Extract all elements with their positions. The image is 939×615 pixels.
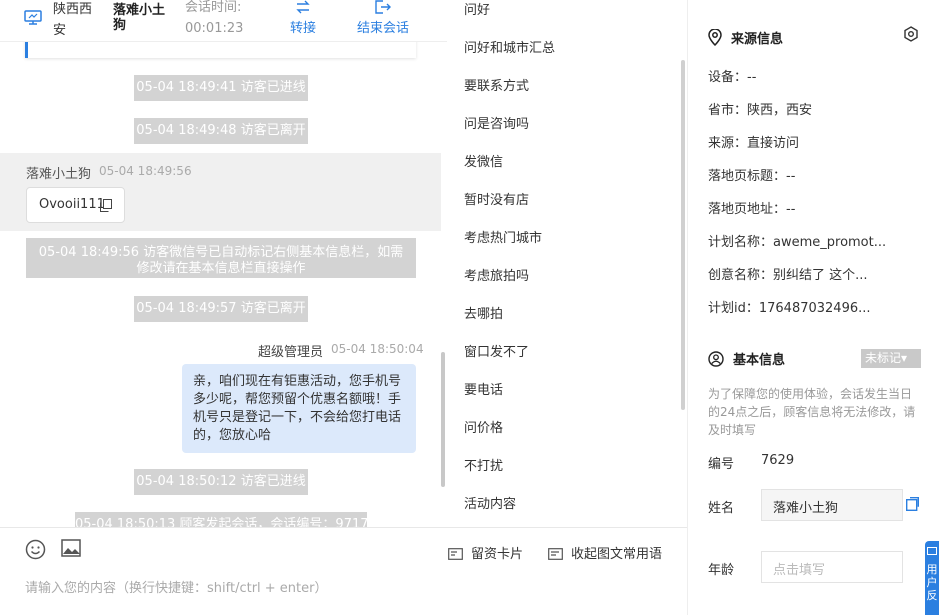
location-pin-icon <box>708 28 722 47</box>
basic-info-title: 基本信息 <box>708 349 785 368</box>
id-label: 编号 <box>708 457 735 472</box>
card-icon <box>448 548 463 560</box>
source-field: 计划id：176487032496... <box>708 301 871 316</box>
phrase-item[interactable]: 考虑旅拍吗 <box>464 268 529 286</box>
source-field: 计划名称：aweme_promot... <box>708 235 887 250</box>
chat-header: 陕西西安 落难小土狗 会话时间: 00:01:23 转接 结束会话 <box>0 0 447 42</box>
phrase-item[interactable]: 问是咨询吗 <box>464 116 529 134</box>
exit-icon <box>375 0 391 14</box>
age-field[interactable]: 点击填写 <box>761 551 903 583</box>
transfer-icon <box>296 0 310 14</box>
monitor-icon <box>24 10 42 25</box>
peer-time: 05-04 18:49:56 <box>99 164 192 178</box>
source-field: 落地页标题：-- <box>708 169 796 184</box>
system-message: 05-04 18:49:56 访客微信号已自动标记右侧基本信息栏，如需修改请在基… <box>26 238 416 278</box>
age-label: 年龄 <box>708 563 735 578</box>
phrase-item[interactable]: 活动内容 <box>464 496 516 514</box>
source-info-title: 来源信息 <box>708 28 783 47</box>
source-field: 创意名称：别纠结了 这个... <box>708 268 868 283</box>
collapse-phrases-button[interactable]: 收起图文常用语 <box>548 543 662 562</box>
quick-phrases-panel: 问好问好和城市汇总 要联系方式问是咨询吗发微信暂时没有店考虑热门城市 考虑旅拍吗去哪… <box>447 0 688 615</box>
visitor-location: 陕西西安 <box>53 2 93 38</box>
session-time-value: 00:01:23 <box>185 21 244 36</box>
system-message: 05-04 18:50:13 顾客发起会话，会话编号：9717 <box>75 512 367 527</box>
end-session-label: 结束会话 <box>357 21 410 36</box>
peer-message-text: Ovooii111 <box>39 197 105 212</box>
phrase-item[interactable]: 不打扰 <box>464 458 503 476</box>
phrase-item[interactable]: 暂时没有店 <box>464 192 529 210</box>
feedback-tab-label: 用户反 <box>926 563 938 602</box>
phrase-item[interactable]: 发微信 <box>464 154 503 172</box>
phrase-item[interactable]: 问好 <box>464 2 490 20</box>
peer-message-bubble: Ovooii111 <box>26 187 125 223</box>
phrase-item[interactable]: 要电话 <box>464 382 503 400</box>
peer-name: 落难小土狗 <box>26 167 92 182</box>
chat-scrollbar[interactable] <box>441 352 445 487</box>
phrases-scrollbar[interactable] <box>681 60 685 410</box>
message-input[interactable]: 请输入您的内容（换行快捷键：shift/ctrl + enter） <box>25 577 328 596</box>
emoji-icon[interactable] <box>25 539 46 564</box>
chat-input-area: 请输入您的内容（换行快捷键：shift/ctrl + enter） <box>0 527 447 615</box>
phrase-item[interactable]: 考虑热门城市 <box>464 230 542 248</box>
basic-info-label: 基本信息 <box>733 353 786 368</box>
phrase-item[interactable]: 问好和城市汇总 <box>464 40 555 58</box>
source-field: 来源：直接访问 <box>708 136 800 151</box>
phrase-item[interactable]: 问价格 <box>464 420 503 438</box>
edit-deadline-tip: 为了保障您的使用体验，会话发生当日的24点之后，顾客信息将无法修改，请及时填写 <box>708 387 916 437</box>
system-message: 05-04 18:50:12 访客已进线 <box>134 469 308 495</box>
session-time-label: 会话时间: <box>185 0 242 15</box>
visitor-name: 落难小土狗 <box>113 3 166 33</box>
message-list[interactable]: 05-04 18:49:41 访客已进线 05-04 18:49:48 访客已离… <box>0 0 447 527</box>
system-message: 05-04 18:49:48 访客已离开 <box>134 118 308 144</box>
phrases-footer: 留资卡片 收起图文常用语 <box>447 527 687 615</box>
customer-info-panel: 来源信息 设备：-- 省市：陕西，西安 来源：直接访问 落地页标题：-- 落地页… <box>688 0 939 615</box>
agent-name: 超级管理员 <box>258 345 324 360</box>
agent-time: 05-04 18:50:04 <box>331 342 424 356</box>
collapse-phrases-label: 收起图文常用语 <box>571 547 663 562</box>
agent-message-bubble: 亲，咱们现在有钜惠活动，您手机号多少呢，帮您预留个优惠名额哦！手机号只是登记一下… <box>182 364 416 453</box>
feedback-tab[interactable]: 用户反 <box>925 541 939 615</box>
image-icon[interactable] <box>61 539 81 561</box>
end-session-button[interactable]: 结束会话 <box>357 0 409 36</box>
phrase-item[interactable]: 要联系方式 <box>464 78 529 96</box>
lead-card-button[interactable]: 留资卡片 <box>448 543 523 562</box>
copy-icon[interactable] <box>100 199 112 216</box>
id-value: 7629 <box>761 453 795 468</box>
transfer-label: 转接 <box>290 21 317 36</box>
phrase-item[interactable]: 窗口发不了 <box>464 344 529 362</box>
message-icon <box>548 548 563 560</box>
edit-icon[interactable] <box>905 497 919 515</box>
phrase-item[interactable]: 去哪拍 <box>464 306 503 324</box>
name-label: 姓名 <box>708 501 735 516</box>
name-field[interactable]: 落难小土狗 <box>761 489 903 521</box>
user-icon <box>708 351 724 367</box>
lead-card-label: 留资卡片 <box>471 547 524 562</box>
system-message: 05-04 18:49:57 访客已离开 <box>134 296 308 322</box>
chat-panel: 05-04 18:49:41 访客已进线 05-04 18:49:48 访客已离… <box>0 0 447 615</box>
source-info-label: 来源信息 <box>731 32 784 47</box>
transfer-button[interactable]: 转接 <box>290 0 316 36</box>
settings-icon[interactable] <box>903 26 919 46</box>
source-field: 设备：-- <box>708 70 757 85</box>
system-message: 05-04 18:49:41 访客已进线 <box>134 75 308 101</box>
chat-icon <box>927 547 937 555</box>
source-field: 落地页地址：-- <box>708 202 796 217</box>
source-field: 省市：陕西，西安 <box>708 103 813 118</box>
tag-dropdown[interactable]: 未标记▾ <box>861 349 921 368</box>
